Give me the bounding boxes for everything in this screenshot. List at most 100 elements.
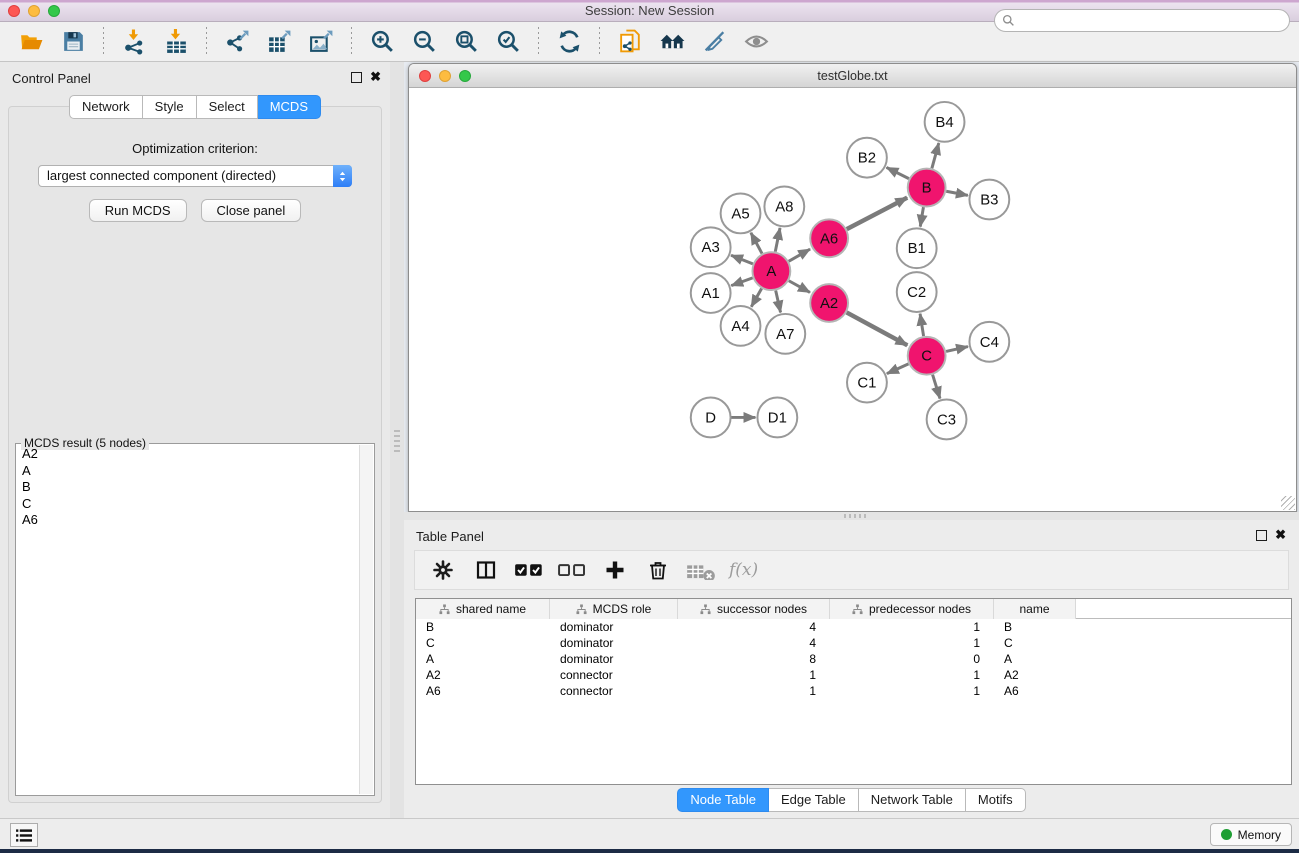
column-header-name[interactable]: name bbox=[994, 599, 1076, 619]
column-header-successor-nodes[interactable]: successor nodes bbox=[678, 599, 830, 619]
mcds-result-item[interactable]: A bbox=[18, 463, 358, 480]
node-B[interactable]: B bbox=[908, 169, 946, 207]
memory-button[interactable]: Memory bbox=[1210, 823, 1292, 846]
node-A5[interactable]: A5 bbox=[721, 194, 761, 234]
function-builder-button[interactable]: f(x) bbox=[729, 560, 758, 580]
edge-A-A7[interactable] bbox=[776, 291, 781, 313]
tab-mcds[interactable]: MCDS bbox=[258, 95, 321, 119]
node-C[interactable]: C bbox=[908, 337, 946, 375]
task-history-button[interactable] bbox=[10, 823, 38, 847]
import-network-button[interactable] bbox=[118, 26, 150, 58]
horizontal-splitter[interactable] bbox=[404, 512, 1299, 520]
import-table-button[interactable] bbox=[160, 26, 192, 58]
mcds-result-item[interactable]: C bbox=[18, 496, 358, 513]
tab-style[interactable]: Style bbox=[143, 95, 197, 119]
node-A2[interactable]: A2 bbox=[810, 284, 848, 322]
mcds-result-scrollbar[interactable] bbox=[359, 445, 373, 794]
node-B2[interactable]: B2 bbox=[847, 138, 887, 178]
node-C4[interactable]: C4 bbox=[969, 322, 1009, 362]
edge-B-B4[interactable] bbox=[932, 143, 939, 168]
search-field[interactable] bbox=[994, 9, 1290, 32]
column-header-shared-name[interactable]: shared name bbox=[416, 599, 550, 619]
deselect-all-button[interactable] bbox=[557, 555, 587, 585]
tab-motifs[interactable]: Motifs bbox=[966, 788, 1026, 812]
add-entry-button[interactable] bbox=[600, 555, 630, 585]
edge-C-C3[interactable] bbox=[933, 375, 940, 399]
select-all-button[interactable] bbox=[514, 555, 544, 585]
node-A7[interactable]: A7 bbox=[765, 314, 805, 354]
edge-A-A4[interactable] bbox=[751, 288, 761, 306]
edge-A-A5[interactable] bbox=[751, 233, 762, 254]
tab-edge-table[interactable]: Edge Table bbox=[769, 788, 859, 812]
edge-B-B2[interactable] bbox=[887, 167, 909, 178]
edge-A-A2[interactable] bbox=[789, 281, 810, 293]
show-hide-button[interactable] bbox=[740, 26, 772, 58]
network-canvas[interactable]: B4B2BB3A5A8A6A3B1AA1C2A2A4A7C4CC1C3DD1 bbox=[409, 89, 1296, 511]
table-row[interactable]: Adominator80A bbox=[416, 651, 1291, 667]
delete-table-button[interactable] bbox=[686, 555, 716, 585]
tab-network-table[interactable]: Network Table bbox=[859, 788, 966, 812]
edge-A-A8[interactable] bbox=[775, 228, 780, 252]
table-settings-button[interactable] bbox=[428, 555, 458, 585]
mcds-result-item[interactable]: B bbox=[18, 479, 358, 496]
edge-B-B1[interactable] bbox=[920, 207, 923, 226]
tab-node-table[interactable]: Node Table bbox=[677, 788, 769, 812]
float-panel-icon[interactable] bbox=[351, 72, 362, 83]
mcds-result-item[interactable]: A6 bbox=[18, 512, 358, 529]
window-resize-grip[interactable] bbox=[1281, 496, 1295, 510]
run-mcds-button[interactable]: Run MCDS bbox=[89, 199, 187, 222]
export-table-button[interactable] bbox=[263, 26, 295, 58]
table-row[interactable]: A2connector11A2 bbox=[416, 667, 1291, 683]
zoom-in-button[interactable] bbox=[366, 26, 398, 58]
edge-C-C2[interactable] bbox=[920, 314, 923, 336]
tab-network[interactable]: Network bbox=[69, 95, 143, 119]
node-A8[interactable]: A8 bbox=[764, 187, 804, 227]
table-row[interactable]: Cdominator41C bbox=[416, 635, 1291, 651]
float-table-panel-icon[interactable] bbox=[1256, 530, 1267, 541]
search-input[interactable] bbox=[1015, 12, 1289, 30]
edge-B-B3[interactable] bbox=[946, 191, 968, 195]
node-D[interactable]: D bbox=[691, 398, 731, 438]
node-A3[interactable]: A3 bbox=[691, 227, 731, 267]
delete-entry-button[interactable] bbox=[643, 555, 673, 585]
zoom-selected-button[interactable] bbox=[492, 26, 524, 58]
tab-select[interactable]: Select bbox=[197, 95, 258, 119]
close-panel-icon[interactable]: ✖ bbox=[370, 69, 381, 85]
network-window-titlebar[interactable]: testGlobe.txt bbox=[409, 64, 1296, 88]
apply-layout-button[interactable] bbox=[553, 26, 585, 58]
node-B4[interactable]: B4 bbox=[925, 102, 965, 142]
edge-C-C4[interactable] bbox=[946, 347, 968, 352]
node-C2[interactable]: C2 bbox=[897, 272, 937, 312]
edge-C-C1[interactable] bbox=[887, 364, 909, 374]
welcome-screen-button[interactable] bbox=[656, 26, 688, 58]
table-row[interactable]: Bdominator41B bbox=[416, 619, 1291, 635]
node-A4[interactable]: A4 bbox=[721, 306, 761, 346]
node-A1[interactable]: A1 bbox=[691, 273, 731, 313]
export-network-button[interactable] bbox=[221, 26, 253, 58]
node-B3[interactable]: B3 bbox=[969, 180, 1009, 220]
table-row[interactable]: A6connector11A6 bbox=[416, 683, 1291, 699]
edge-A6-B[interactable] bbox=[847, 198, 907, 229]
mcds-result-item[interactable]: A2 bbox=[18, 446, 358, 463]
zoom-fit-button[interactable] bbox=[450, 26, 482, 58]
network-graph[interactable]: B4B2BB3A5A8A6A3B1AA1C2A2A4A7C4CC1C3DD1 bbox=[409, 89, 1296, 511]
toggle-columns-button[interactable] bbox=[471, 555, 501, 585]
node-A[interactable]: A bbox=[752, 252, 790, 290]
node-C1[interactable]: C1 bbox=[847, 363, 887, 403]
annotation-mode-button[interactable] bbox=[698, 26, 730, 58]
edge-A-A3[interactable] bbox=[731, 255, 753, 264]
column-header-MCDS-role[interactable]: MCDS role bbox=[550, 599, 678, 619]
export-image-button[interactable] bbox=[305, 26, 337, 58]
vertical-splitter[interactable] bbox=[390, 62, 404, 818]
zoom-out-button[interactable] bbox=[408, 26, 440, 58]
column-header-predecessor-nodes[interactable]: predecessor nodes bbox=[830, 599, 994, 619]
save-session-button[interactable] bbox=[57, 26, 89, 58]
close-table-panel-icon[interactable]: ✖ bbox=[1275, 527, 1286, 543]
edge-A-A6[interactable] bbox=[789, 249, 810, 261]
edge-A2-C[interactable] bbox=[847, 312, 908, 345]
node-C3[interactable]: C3 bbox=[927, 400, 967, 440]
node-D1[interactable]: D1 bbox=[757, 398, 797, 438]
node-A6[interactable]: A6 bbox=[810, 219, 848, 257]
criterion-dropdown[interactable]: largest connected component (directed) bbox=[38, 165, 352, 187]
new-network-from-selection-button[interactable] bbox=[614, 26, 646, 58]
